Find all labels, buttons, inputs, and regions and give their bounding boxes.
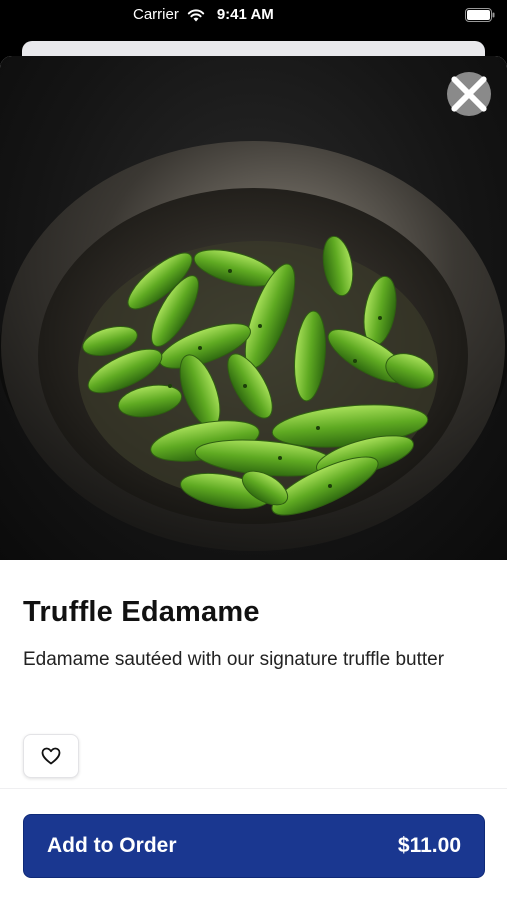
status-bar: Carrier 9:41 AM	[0, 0, 507, 30]
item-details: Truffle Edamame Edamame sautéed with our…	[23, 596, 483, 674]
item-title: Truffle Edamame	[23, 596, 260, 628]
wifi-icon	[187, 8, 205, 21]
item-description: Edamame sautéed with our signature truff…	[23, 649, 445, 670]
battery-icon	[465, 8, 495, 22]
add-to-order-button[interactable]: Add to Order $11.00	[23, 814, 485, 878]
close-button[interactable]	[447, 72, 491, 116]
carrier-label: Carrier	[133, 6, 179, 23]
item-detail-sheet: Truffle Edamame Edamame sautéed with our…	[0, 56, 507, 900]
edamame-bowl-illustration	[0, 141, 507, 551]
item-price: $11.00	[397, 834, 461, 857]
clock: 9:41 AM	[216, 6, 274, 23]
status-left: Carrier 9:41 AM	[133, 6, 274, 23]
divider	[0, 788, 507, 789]
add-to-order-label: Add to Order	[47, 834, 177, 857]
close-icon	[451, 76, 487, 112]
edamame-bowl-photo	[0, 56, 507, 560]
heart-icon	[41, 747, 61, 765]
favorite-button[interactable]	[23, 734, 79, 778]
